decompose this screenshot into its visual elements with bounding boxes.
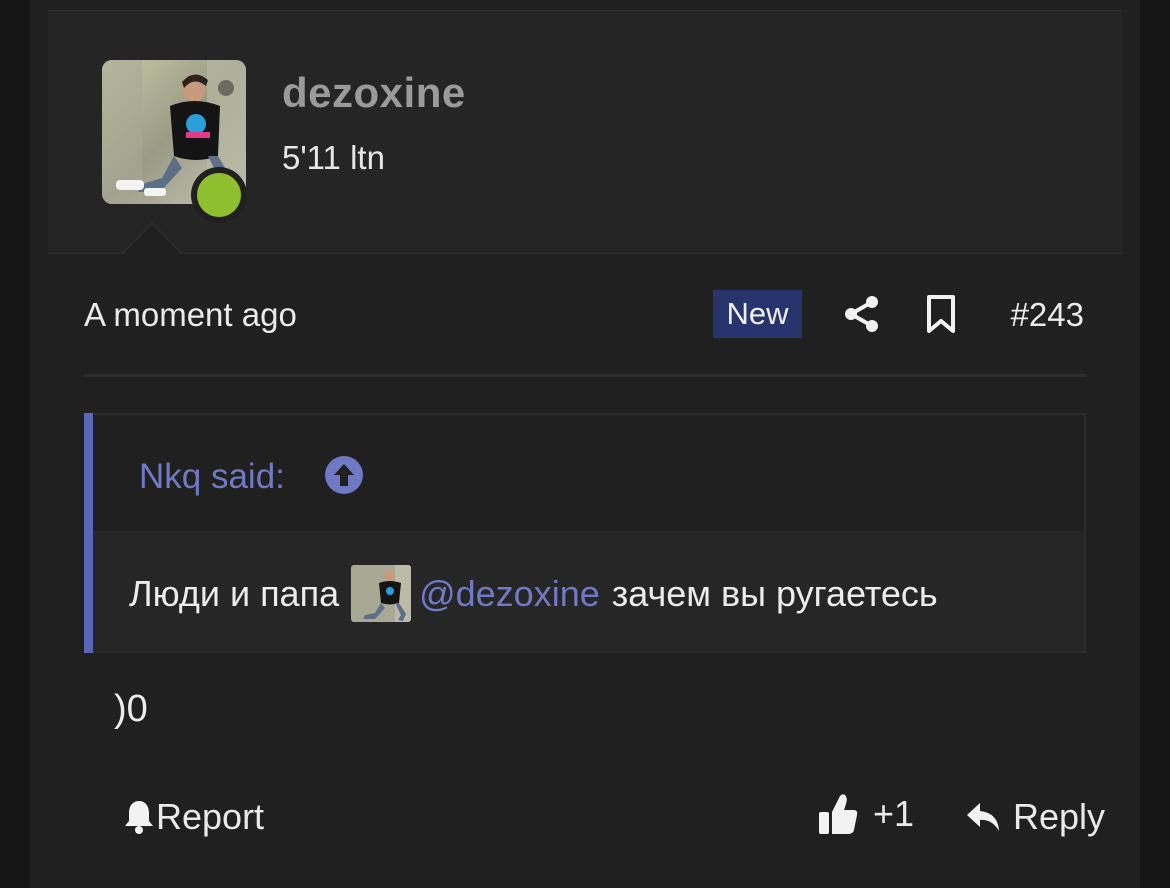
quote-accent-bar [84,413,93,653]
user-block: dezoxine 5'11 ltn [48,10,1122,254]
like-button[interactable]: +1 [817,792,914,836]
quote-author[interactable]: Nkq said: [139,457,285,497]
mention-avatar[interactable] [351,565,412,622]
user-title: 5'11 ltn [282,139,385,176]
quote-text: Люди и папа @dezoxine зачем вы ругаетесь [129,565,938,622]
post-timestamp[interactable]: A moment ago [84,296,297,334]
report-label: Report [156,796,265,837]
arrow-up-circle-icon[interactable] [324,455,364,495]
quote-text-before: Люди и папа [129,572,340,614]
like-count: +1 [873,793,915,834]
bookmark-icon[interactable] [924,294,958,334]
meta-divider [84,374,1086,377]
thumbs-up-icon [819,794,858,834]
post-meta-row: A moment ago New #243 [84,290,1086,340]
reply-icon [967,803,999,831]
quote-block: Nkq said: Люди и папа @dezoxine зачем вы… [84,413,1086,653]
new-badge: New [713,290,802,338]
post-body: )0 [114,688,148,730]
bell-icon [125,801,153,834]
post-number[interactable]: #243 [1011,296,1084,334]
quote-body: Люди и папа @dezoxine зачем вы ругаетесь [93,531,1084,651]
post-container: dezoxine 5'11 ltn A moment ago New #243 … [30,0,1140,888]
share-icon[interactable] [842,294,882,334]
user-mention[interactable]: @dezoxine [419,573,600,615]
quote-text-after: зачем вы ругаетесь [611,572,938,614]
online-status-icon [191,167,247,223]
reply-label: Reply [1013,796,1106,837]
reply-button[interactable]: Reply [965,796,1105,838]
report-button[interactable]: Report [122,796,264,838]
user-block-arrow-fill [123,224,181,254]
quote-header: Nkq said: [93,415,1084,531]
username[interactable]: dezoxine [282,69,466,117]
